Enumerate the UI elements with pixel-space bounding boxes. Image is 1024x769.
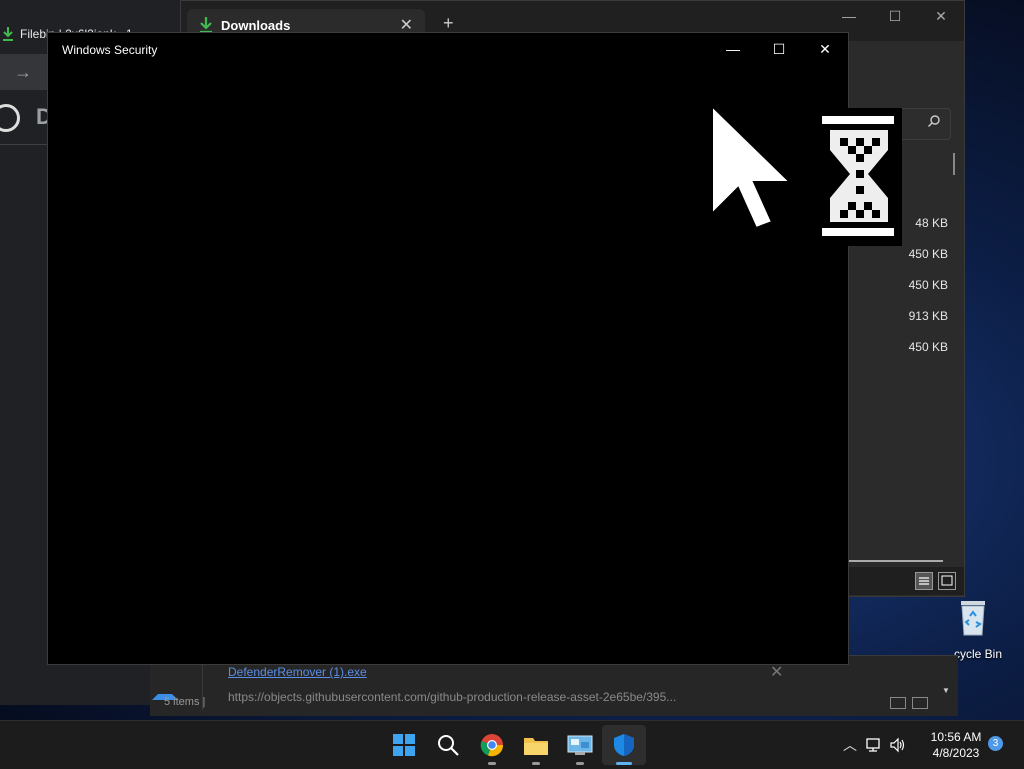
network-icon[interactable] xyxy=(862,735,886,755)
show-hidden-icons-chevron-icon[interactable]: ︿ xyxy=(838,735,862,755)
taskbar: ︿ 10:56 AM 4/8/2023 3 xyxy=(0,720,1024,769)
clock-time: 10:56 AM xyxy=(930,730,982,744)
file-size: 450 KB xyxy=(908,278,948,292)
windows-security-button[interactable] xyxy=(602,725,646,765)
tab-downloads-label: Downloads xyxy=(221,17,291,33)
search-icon xyxy=(438,735,459,756)
window-title: Windows Security xyxy=(62,43,158,57)
system-tray: ︿ xyxy=(838,721,910,769)
horizontal-scrollbar[interactable] xyxy=(849,560,943,562)
preview-view-button[interactable] xyxy=(912,697,928,709)
system-clock[interactable]: 10:56 AM 4/8/2023 xyxy=(926,729,986,761)
forward-arrow-icon[interactable]: → xyxy=(14,62,32,83)
volume-icon[interactable] xyxy=(886,735,910,755)
large-icons-view-button[interactable] xyxy=(938,572,956,590)
window-controls: — ☐ ✕ xyxy=(710,33,848,65)
file-size: 450 KB xyxy=(908,247,948,261)
chrome-taskbar-button[interactable] xyxy=(470,725,514,765)
file-size: 913 KB xyxy=(908,309,948,323)
chrome-icon xyxy=(480,734,504,757)
control-panel-icon xyxy=(567,735,593,755)
close-button[interactable]: ✕ xyxy=(802,33,848,65)
maximize-button[interactable]: ☐ xyxy=(872,1,918,33)
mouse-cursor-arrow-icon xyxy=(711,104,793,230)
file-explorer-button[interactable] xyxy=(514,725,558,765)
file-size: 450 KB xyxy=(908,340,948,354)
download-file-link[interactable]: DefenderRemover (1).exe xyxy=(228,665,367,679)
download-url: https://objects.githubusercontent.com/gi… xyxy=(228,690,677,704)
minimize-button[interactable]: — xyxy=(826,1,872,33)
running-indicator xyxy=(488,762,496,765)
download-icon xyxy=(3,27,13,41)
taskbar-apps xyxy=(382,725,646,765)
details-view-button[interactable] xyxy=(890,697,906,709)
divider xyxy=(202,660,203,710)
close-button[interactable]: ✕ xyxy=(918,1,964,33)
scroll-down-icon[interactable]: ▼ xyxy=(942,686,950,695)
folder-icon xyxy=(524,738,548,755)
hourglass-busy-icon xyxy=(818,108,902,246)
recycle-bin-icon xyxy=(961,601,985,636)
search-button[interactable] xyxy=(426,725,470,765)
chrome-logo-icon xyxy=(0,104,20,132)
size-column: 48 KB 450 KB 450 KB 913 KB 450 KB xyxy=(909,215,948,370)
details-view-button[interactable] xyxy=(915,572,933,590)
recycle-bin-label: cycle Bin xyxy=(954,647,1003,661)
minimize-button[interactable]: — xyxy=(710,33,756,65)
clock-date: 4/8/2023 xyxy=(932,746,980,760)
control-panel-button[interactable] xyxy=(558,725,602,765)
running-indicator xyxy=(532,762,540,765)
download-icon xyxy=(200,17,212,33)
items-count: 5 items | xyxy=(164,696,206,708)
notification-badge[interactable]: 3 xyxy=(988,736,1003,751)
window-controls: — ☐ ✕ xyxy=(826,1,964,33)
details-view-icon xyxy=(919,577,929,585)
running-indicator xyxy=(616,762,632,765)
maximize-button[interactable]: ☐ xyxy=(756,33,802,65)
new-tab-button[interactable]: + xyxy=(443,13,454,34)
vertical-scrollbar[interactable] xyxy=(953,153,955,175)
search-icon xyxy=(928,115,940,127)
windows-logo-icon xyxy=(393,734,415,756)
running-indicator xyxy=(576,762,584,765)
shield-icon xyxy=(614,734,634,756)
file-size: 48 KB xyxy=(915,216,948,230)
tiles-view-icon xyxy=(941,575,953,586)
close-download-icon[interactable]: ✕ xyxy=(770,662,783,682)
start-button[interactable] xyxy=(382,725,426,765)
